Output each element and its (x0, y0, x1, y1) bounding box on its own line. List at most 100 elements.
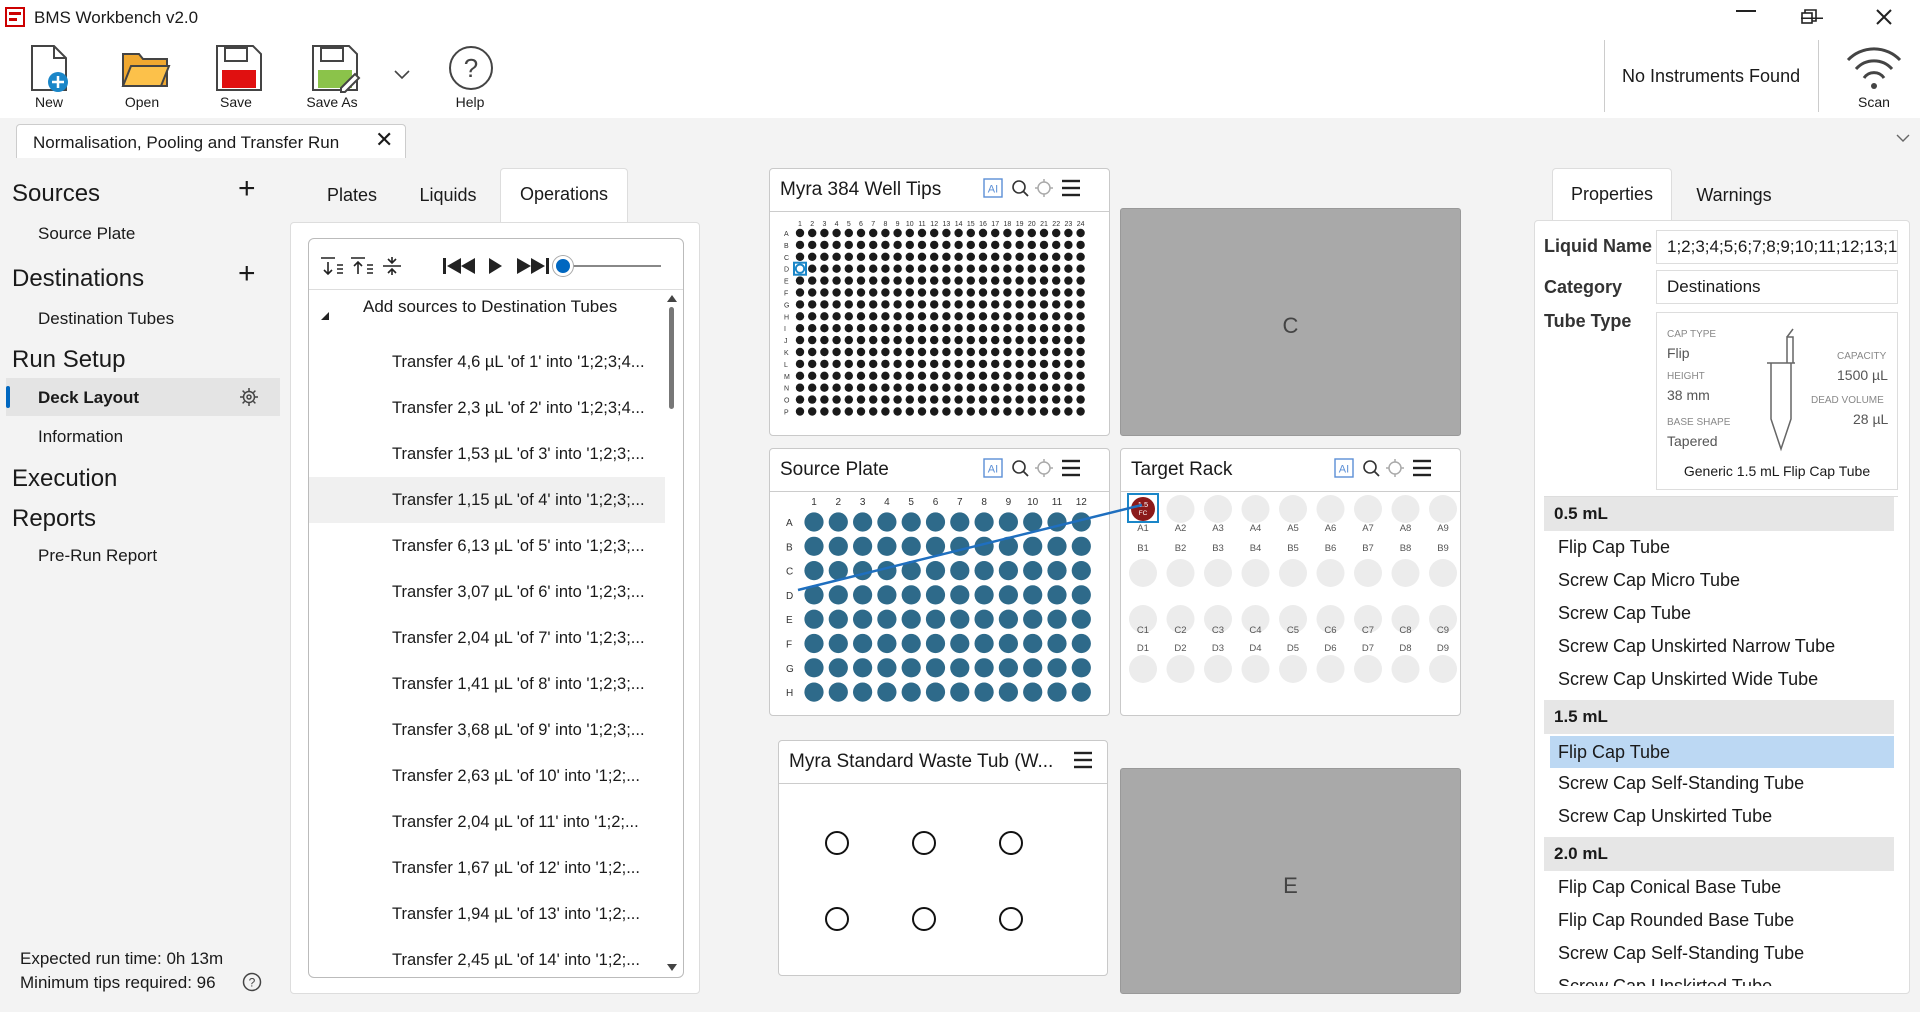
tip-well[interactable] (1064, 240, 1073, 250)
tip-well[interactable] (942, 240, 951, 250)
tip-well[interactable] (1076, 228, 1085, 238)
operation-row[interactable]: Transfer 2,45 µL 'of 14' into '1;2;... (309, 937, 665, 979)
tip-well[interactable] (1039, 335, 1049, 345)
rack-position[interactable] (1204, 495, 1232, 523)
tip-well[interactable] (1003, 359, 1012, 369)
tip-well[interactable] (1015, 252, 1024, 261)
tip-well[interactable] (1076, 324, 1085, 333)
tip-well[interactable] (1015, 324, 1024, 333)
tip-well[interactable] (881, 335, 890, 345)
tip-well[interactable] (856, 300, 866, 309)
tip-well[interactable] (1076, 359, 1085, 369)
nav-sources[interactable]: Sources (12, 180, 100, 208)
tube-type-item[interactable]: Flip Cap Conical Base Tube (1558, 877, 1781, 898)
tip-well[interactable] (1027, 300, 1036, 309)
tip-well[interactable] (978, 407, 988, 416)
tip-well[interactable] (942, 252, 951, 261)
tip-well[interactable] (1039, 383, 1049, 392)
tip-well[interactable] (844, 276, 853, 285)
tip-well[interactable] (966, 288, 975, 297)
ai-icon[interactable]: AI (1334, 458, 1354, 478)
source-well[interactable] (853, 609, 873, 629)
tip-well[interactable] (1003, 288, 1012, 297)
tip-well[interactable] (1052, 288, 1061, 297)
gear-icon[interactable] (240, 388, 258, 406)
tip-well[interactable] (1039, 407, 1049, 416)
tip-well[interactable] (820, 264, 829, 273)
tip-well[interactable] (869, 347, 878, 357)
tip-well[interactable] (881, 264, 890, 273)
tip-well[interactable] (1076, 335, 1085, 345)
tip-well[interactable] (1039, 252, 1049, 261)
tip-well[interactable] (1015, 395, 1024, 404)
tip-well[interactable] (808, 407, 817, 416)
tip-well[interactable] (881, 371, 890, 380)
tip-well[interactable] (1039, 300, 1049, 309)
tip-well[interactable] (978, 276, 988, 285)
tip-well[interactable] (917, 276, 927, 285)
ai-icon[interactable]: AI (983, 458, 1003, 478)
waste-positions[interactable] (779, 785, 1107, 973)
tip-well[interactable] (930, 383, 939, 392)
operation-row[interactable]: Transfer 1,94 µL 'of 13' into '1;2;... (309, 891, 665, 937)
tab-liquids[interactable]: Liquids (402, 170, 494, 220)
tip-well[interactable] (1052, 371, 1061, 380)
tip-well[interactable] (1064, 252, 1073, 261)
source-well[interactable] (901, 658, 921, 678)
tip-well[interactable] (954, 252, 963, 261)
waste-position[interactable] (912, 907, 936, 931)
nav-deck-layout[interactable]: Deck Layout (38, 388, 139, 408)
tip-well[interactable] (966, 347, 975, 357)
tip-well[interactable] (1003, 264, 1012, 273)
tip-well[interactable] (954, 371, 963, 380)
tip-well[interactable] (930, 407, 939, 416)
rack-position[interactable] (1204, 559, 1232, 587)
tip-well[interactable] (905, 264, 914, 273)
tip-well[interactable] (954, 312, 963, 321)
tip-well[interactable] (954, 407, 963, 416)
rack-position[interactable] (1279, 655, 1307, 683)
source-well[interactable] (901, 682, 921, 702)
tip-well[interactable] (942, 288, 951, 297)
tip-well[interactable] (991, 383, 1000, 392)
tip-well[interactable] (881, 300, 890, 309)
source-well[interactable] (974, 658, 994, 678)
rack-position[interactable] (1429, 655, 1457, 683)
source-well[interactable] (925, 609, 946, 629)
source-well[interactable] (1071, 512, 1091, 532)
waste-position[interactable] (999, 907, 1023, 931)
source-well[interactable] (804, 682, 824, 702)
tip-well[interactable] (1003, 252, 1012, 261)
tips-grid[interactable]: 1 2 3 4 5 6 7 8 9 10 11 12 13 14 15 16 17 18 19 20 21 22 23 24A… (778, 217, 1103, 429)
tip-well[interactable] (954, 240, 963, 250)
operation-row[interactable]: Transfer 6,13 µL 'of 5' into '1;2;3;... (309, 523, 665, 569)
tip-well[interactable] (942, 359, 951, 369)
tip-well[interactable] (844, 335, 853, 345)
tip-well[interactable] (795, 335, 805, 345)
tip-well[interactable] (893, 240, 902, 250)
tip-well[interactable] (954, 324, 963, 333)
tip-well[interactable] (795, 252, 805, 261)
source-well[interactable] (804, 658, 824, 678)
tip-well[interactable] (893, 407, 902, 416)
tip-well[interactable] (820, 359, 829, 369)
source-well[interactable] (998, 512, 1018, 532)
tip-well[interactable] (1076, 371, 1085, 380)
tip-well[interactable] (917, 359, 927, 369)
rack-position[interactable] (1316, 559, 1345, 587)
tip-well[interactable] (978, 300, 988, 309)
tip-well[interactable] (881, 395, 890, 404)
tip-well[interactable] (942, 264, 951, 273)
tip-well[interactable] (1027, 264, 1036, 273)
nav-information[interactable]: Information (38, 427, 123, 447)
tip-well[interactable] (1003, 312, 1012, 321)
save-as-button[interactable]: Save As (296, 40, 368, 116)
source-well[interactable] (950, 658, 970, 678)
tip-well[interactable] (905, 240, 914, 250)
tip-well[interactable] (844, 240, 853, 250)
tip-well[interactable] (954, 288, 963, 297)
tip-well[interactable] (1052, 228, 1061, 238)
tip-well[interactable] (991, 395, 1000, 404)
tip-well[interactable] (1039, 312, 1049, 321)
source-well[interactable] (828, 536, 848, 556)
